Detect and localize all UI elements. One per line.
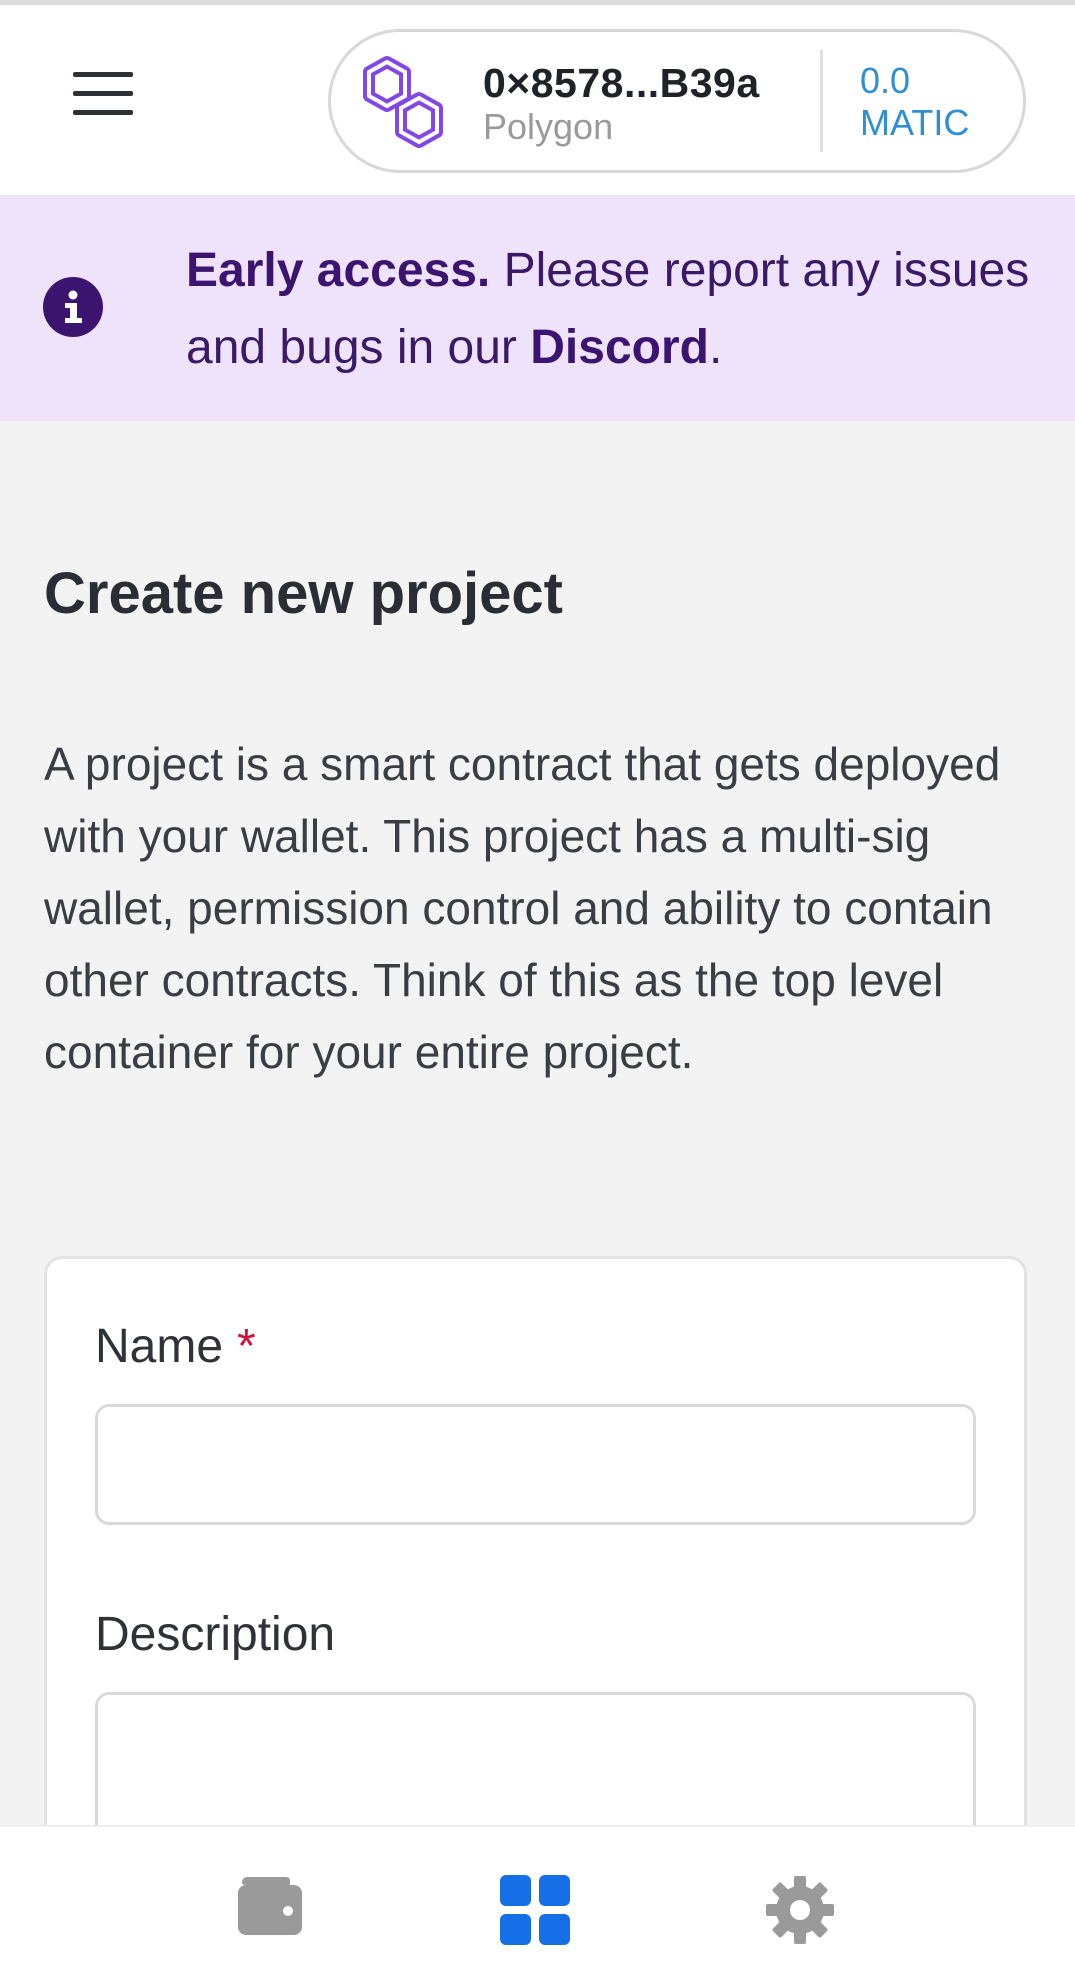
balance-amount: 0.0 xyxy=(860,60,911,101)
banner-message: Early access. Please report any issues a… xyxy=(186,232,1046,386)
balance-unit: MATIC xyxy=(860,102,970,143)
wallet-balance: 0.0 MATIC xyxy=(860,60,969,144)
info-icon xyxy=(43,277,103,337)
page-title: Create new project xyxy=(44,561,563,626)
gear-icon xyxy=(766,1876,834,1944)
nav-projects-button[interactable] xyxy=(464,1827,604,1967)
wallet-icon xyxy=(238,1877,302,1935)
nav-settings-button[interactable] xyxy=(729,1827,869,1967)
name-label-text: Name xyxy=(95,1320,224,1373)
grid-icon xyxy=(500,1875,570,1945)
banner-suffix: . xyxy=(708,321,723,374)
hamburger-menu-icon[interactable] xyxy=(60,67,140,127)
polygon-logo-icon xyxy=(363,56,443,148)
required-marker: * xyxy=(237,1320,256,1373)
network-name: Polygon xyxy=(483,106,614,147)
nav-wallet-button[interactable] xyxy=(200,1827,340,1967)
app-header: 0×8578...B39a Polygon 0.0 MATIC xyxy=(0,5,1075,195)
discord-link[interactable]: Discord xyxy=(530,321,709,374)
name-label: Name * xyxy=(95,1319,256,1374)
pill-divider xyxy=(820,50,823,152)
bottom-navigation xyxy=(0,1825,1075,1967)
name-input[interactable] xyxy=(95,1404,976,1525)
description-label: Description xyxy=(95,1608,336,1661)
banner-bold-prefix: Early access. xyxy=(186,244,491,297)
wallet-address: 0×8578...B39a xyxy=(483,60,760,106)
early-access-banner: Early access. Please report any issues a… xyxy=(0,195,1075,421)
wallet-button[interactable]: 0×8578...B39a Polygon 0.0 MATIC xyxy=(328,29,1026,173)
page-description: A project is a smart contract that gets … xyxy=(44,738,1001,1078)
